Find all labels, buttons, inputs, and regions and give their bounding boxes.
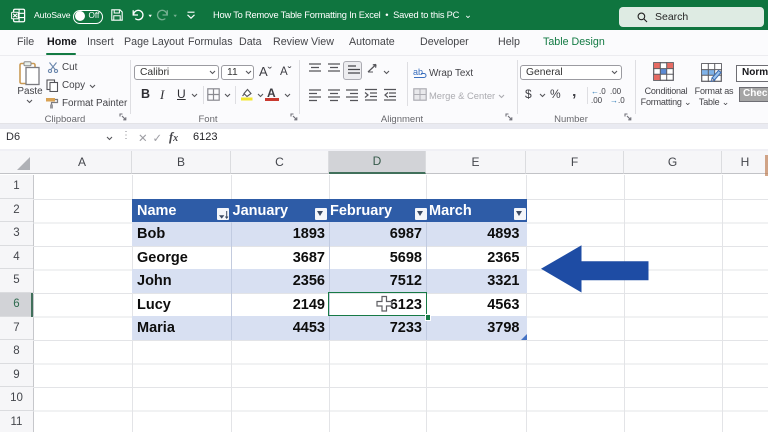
svg-text:ab: ab	[413, 67, 423, 77]
